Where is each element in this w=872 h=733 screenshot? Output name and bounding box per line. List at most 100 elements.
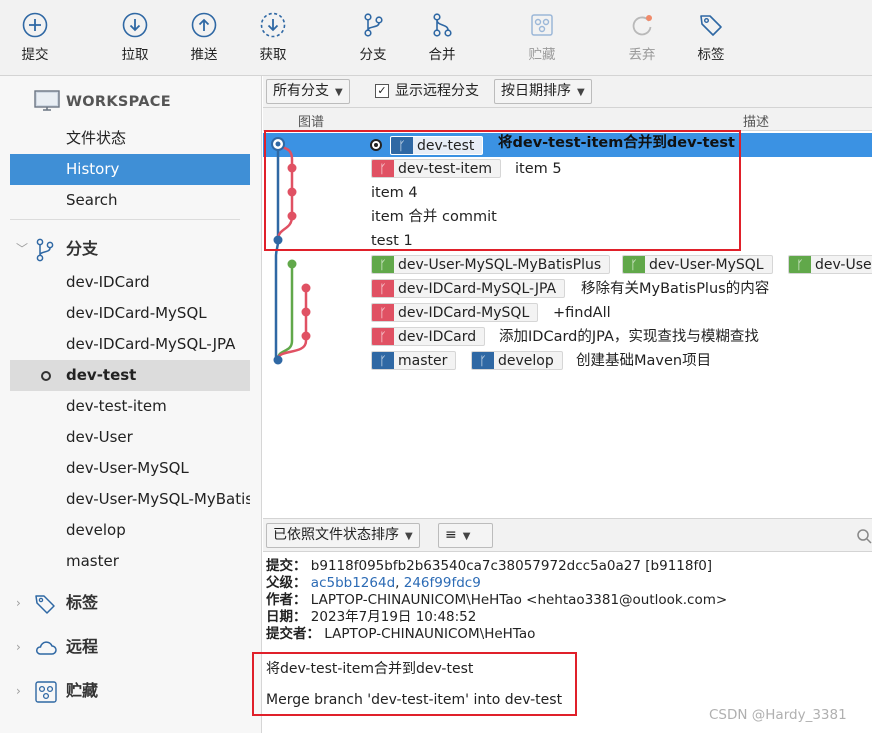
table-row[interactable]: 创建基础Maven项目: [263, 349, 872, 373]
commit-column-header: 图谱 描述: [263, 108, 872, 131]
sidebar-branch-item[interactable]: dev-User: [10, 422, 250, 453]
merge-label: 合并: [428, 47, 456, 63]
branch-icon: ᚴ: [623, 256, 645, 273]
chevron-down-icon: ▼: [577, 87, 585, 98]
workspace-title: WORKSPACE: [66, 94, 171, 110]
branch-badge[interactable]: ᚴ dev-IDCard-MySQL-JPA: [371, 279, 566, 298]
sidebar-branch-item[interactable]: dev-User-MySQL: [10, 453, 250, 484]
sidebar-branch-item[interactable]: dev-IDCard-MySQL-JPA: [10, 329, 250, 360]
pull-button[interactable]: 拉取: [105, 8, 165, 72]
fetch-label: 获取: [259, 47, 287, 63]
sidebar-section-branches[interactable]: ﹀ 分支: [12, 233, 252, 265]
checkmark-icon: ✓: [377, 84, 387, 97]
commit-message: +findAll: [553, 305, 611, 321]
annotation-highlight-box: [264, 130, 741, 251]
view-mode-dropdown[interactable]: ≡ ▼: [438, 523, 493, 548]
detail-toolbar: 已依照文件状态排序 ▼ ≡ ▼: [263, 518, 872, 552]
branch-badge[interactable]: ᚴ dev-IDCard: [371, 327, 486, 346]
push-label: 推送: [190, 47, 218, 63]
discard-button[interactable]: 丢弃: [612, 8, 672, 72]
stash-icon: [531, 14, 553, 36]
tag-button[interactable]: 标签: [681, 8, 741, 72]
list-view-icon: ≡: [445, 527, 457, 543]
table-row[interactable]: 移除有关MyBatisPlus的内容: [263, 277, 872, 301]
stashes-title: 贮藏: [66, 681, 99, 700]
branch-icon: ᚴ: [372, 304, 394, 321]
branches-title: 分支: [66, 239, 99, 258]
sidebar-divider: [10, 219, 240, 220]
branch-badge[interactable]: ᚴ dev-User: [788, 255, 872, 274]
parent-link[interactable]: ac5bb1264d: [311, 575, 395, 591]
sidebar-branch-item[interactable]: dev-User-MySQL-MyBatis: [10, 484, 250, 515]
sidebar-item-file-status[interactable]: 文件状态: [10, 123, 250, 154]
branch-icon: [364, 13, 383, 37]
sidebar-branch-item[interactable]: master: [10, 546, 250, 577]
chevron-down-icon: ▼: [462, 531, 471, 542]
commit-message: 创建基础Maven项目: [576, 353, 712, 369]
remotes-title: 远程: [66, 637, 99, 656]
graph-column-header[interactable]: 图谱: [298, 111, 324, 130]
commit-button[interactable]: 提交: [5, 8, 65, 72]
pull-label: 拉取: [121, 47, 149, 63]
push-button[interactable]: 推送: [174, 8, 234, 72]
search-icon[interactable]: [856, 528, 872, 544]
branch-icon: ᚴ: [472, 352, 494, 369]
fetch-button[interactable]: 获取: [243, 8, 303, 72]
branch-badge[interactable]: ᚴ develop: [471, 351, 563, 370]
dashed-arrow-down-circle-icon: [260, 12, 286, 38]
sidebar-section-stashes[interactable]: › 贮藏: [12, 675, 252, 707]
sidebar-section-tags[interactable]: › 标签: [12, 587, 252, 619]
chevron-down-icon: ﹀: [16, 242, 29, 256]
merge-button[interactable]: 合并: [412, 8, 472, 72]
branch-icon: ᚴ: [372, 352, 394, 369]
sidebar-branch-item[interactable]: dev-IDCard: [10, 267, 250, 298]
chevron-down-icon: ▼: [335, 87, 343, 98]
plus-circle-icon: [22, 12, 48, 38]
arrow-up-circle-icon: [191, 12, 217, 38]
chevron-right-icon: ›: [16, 640, 21, 654]
sidebar-branch-item[interactable]: dev-test-item: [10, 391, 250, 422]
sidebar-item-search[interactable]: Search: [10, 185, 250, 216]
commit-message: 移除有关MyBatisPlus的内容: [581, 281, 770, 297]
discard-icon: [632, 15, 652, 36]
branch-filter-dropdown[interactable]: 所有分支 ▼: [266, 79, 350, 104]
file-sort-dropdown[interactable]: 已依照文件状态排序 ▼: [266, 523, 420, 548]
branch-badge[interactable]: ᚴ dev-IDCard-MySQL: [371, 303, 539, 322]
commit-hash-line: 提交： b9118f095bfb2b63540ca7c38057972dcc5a…: [266, 558, 713, 574]
cloud-icon: [36, 641, 57, 655]
monitor-icon: [34, 90, 60, 111]
description-column-header[interactable]: 描述: [743, 111, 769, 130]
watermark-text: CSDN @Hardy_3381: [709, 707, 847, 723]
branch-icon: ᚴ: [789, 256, 811, 273]
sidebar-branch-item[interactable]: dev-IDCard-MySQL: [10, 298, 250, 329]
branch-badge[interactable]: ᚴ dev-User-MySQL-MyBatisPlus: [371, 255, 611, 274]
date-line: 日期： 2023年7月19日 10:48:52: [266, 609, 477, 625]
branch-label: 分支: [359, 47, 387, 63]
discard-label: 丢弃: [628, 47, 656, 63]
current-branch-dot-icon: [41, 371, 51, 381]
sort-order-dropdown[interactable]: 按日期排序 ▼: [494, 79, 592, 104]
table-row[interactable]: 添加IDCard的JPA，实现查找与模糊查找: [263, 325, 872, 349]
commit-label: 提交: [21, 47, 49, 63]
parent-link[interactable]: 246f99fdc9: [404, 575, 481, 591]
sidebar-branch-current[interactable]: dev-test: [10, 360, 250, 391]
sidebar-section-remotes[interactable]: › 远程: [12, 631, 252, 663]
table-row[interactable]: +findAll: [263, 301, 872, 325]
chevron-down-icon: ▼: [405, 531, 413, 542]
branch-badge[interactable]: ᚴ master: [371, 351, 457, 370]
branch-button[interactable]: 分支: [343, 8, 403, 72]
stash-button[interactable]: 贮藏: [512, 8, 572, 72]
show-remote-checkbox[interactable]: ✓: [375, 84, 389, 98]
branch-icon: [36, 238, 54, 262]
arrow-down-circle-icon: [122, 12, 148, 38]
sidebar-branch-item[interactable]: develop: [10, 515, 250, 546]
sidebar-item-history[interactable]: History: [10, 154, 250, 185]
tag-icon: [700, 15, 722, 36]
branch-badge[interactable]: ᚴ dev-User-MySQL: [622, 255, 773, 274]
branch-icon: ᚴ: [372, 328, 394, 345]
tags-title: 标签: [66, 593, 99, 612]
chevron-right-icon: ›: [16, 684, 21, 698]
history-filter-bar: 所有分支 ▼ ✓ 显示远程分支 按日期排序 ▼: [263, 76, 872, 108]
tag-label: 标签: [697, 47, 725, 63]
stash-label: 贮藏: [528, 47, 556, 63]
